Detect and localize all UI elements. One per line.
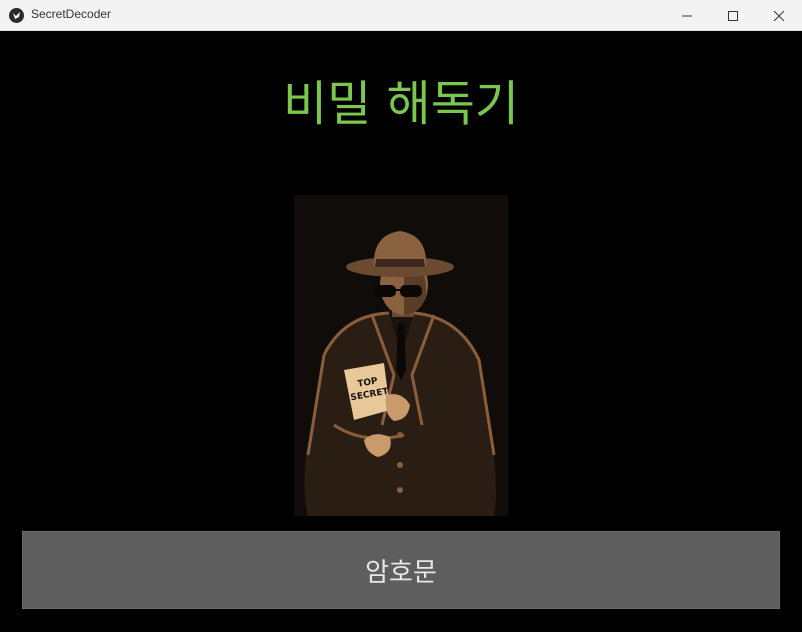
minimize-button[interactable] [664, 0, 710, 31]
spy-illustration: TOP SECRET [294, 195, 508, 516]
app-window: SecretDecoder 비밀 해독기 TOP SECRET 암호문 [0, 0, 802, 632]
minimize-icon [682, 15, 692, 16]
spy-detective-image: TOP SECRET [294, 195, 508, 516]
close-button[interactable] [756, 0, 802, 31]
close-icon [774, 10, 784, 21]
page-title: 비밀 해독기 [282, 76, 520, 132]
app-icon [9, 8, 24, 23]
title-bar: SecretDecoder [0, 0, 802, 31]
maximize-button[interactable] [710, 0, 756, 31]
ciphertext-button-label: 암호문 [365, 557, 437, 588]
maximize-icon [728, 10, 738, 21]
window-title: SecretDecoder [31, 7, 112, 21]
ciphertext-button[interactable]: 암호문 [22, 531, 780, 609]
